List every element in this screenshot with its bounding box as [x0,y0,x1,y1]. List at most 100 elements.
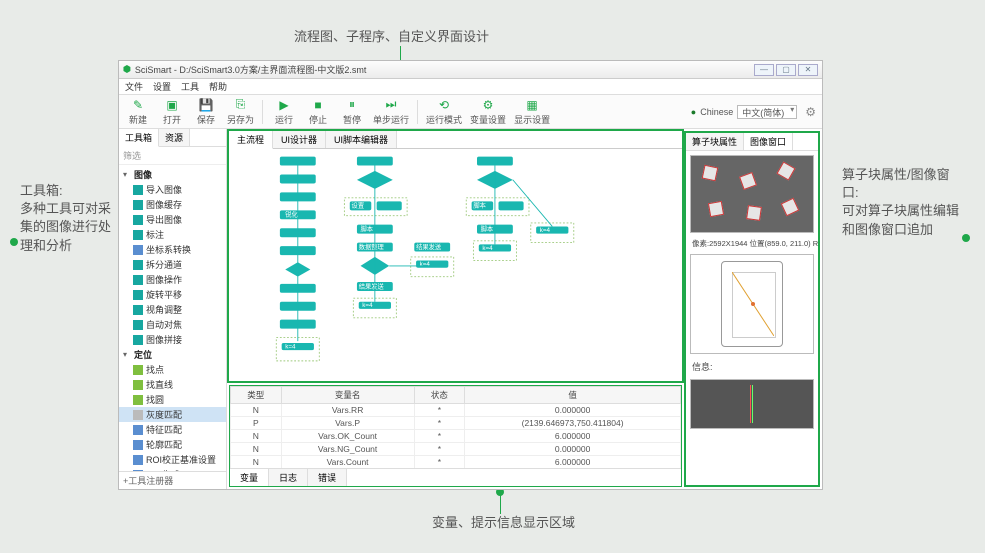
tree-item[interactable]: 拆分通道 [119,257,226,272]
toolbar-停止[interactable]: ■停止 [305,98,331,126]
tree-item[interactable]: 图像操作 [119,272,226,287]
tree-item[interactable]: 轮廓匹配 [119,437,226,452]
tree-label: 图像拼接 [146,333,182,346]
tree-icon [133,395,143,405]
tree-item[interactable]: 找直线 [119,377,226,392]
toolbar-label: 运行模式 [426,113,462,126]
tree-item[interactable]: 导入图像 [119,182,226,197]
tree-label: 标注 [146,228,164,241]
toolbar-暂停[interactable]: ⏸暂停 [339,97,365,126]
maximize-button[interactable]: ▢ [776,64,796,76]
tab-log[interactable]: 日志 [269,469,308,486]
tab-ui-script[interactable]: UI脚本编辑器 [326,131,397,148]
image-preview-1[interactable] [690,155,814,233]
tab-variables[interactable]: 变量 [230,469,269,486]
svg-text:k=4: k=4 [285,343,296,350]
tree-item[interactable]: ROI校正基准设置 [119,452,226,467]
toolbar-icon: 💾 [199,98,214,112]
svg-text:锐化: 锐化 [285,210,298,219]
image-preview-2[interactable] [690,254,814,354]
var-header: 变量名 [281,387,414,404]
left-panel: 工具箱 资源 筛选 ▾图像导入图像图像缓存导出图像标注坐标系转换拆分通道图像操作… [119,129,227,489]
image-preview-3[interactable] [690,379,814,429]
toolbar-label: 单步运行 [373,113,409,126]
table-row[interactable]: NVars.RR*0.000000 [231,404,681,417]
tree-icon [133,215,143,225]
toolbar-显示设置[interactable]: ▦显示设置 [514,98,550,126]
toolbar-打开[interactable]: ▣打开 [159,98,185,126]
minimize-button[interactable]: — [754,64,774,76]
menu-file[interactable]: 文件 [125,80,143,93]
toolbar-icon: ■ [314,98,321,112]
tab-image-window[interactable]: 图像窗口 [744,133,793,150]
svg-text:脚本: 脚本 [481,224,494,233]
tab-toolbox[interactable]: 工具箱 [119,129,159,147]
toolbar-变量设置[interactable]: ⚙变量设置 [470,98,506,126]
tree-icon [133,185,143,195]
svg-text:k=4: k=4 [362,302,373,309]
variable-panel: 类型变量名状态值NVars.RR*0.000000PVars.P*(2139.6… [229,385,682,487]
toolbar-运行模式[interactable]: ⟲运行模式 [426,98,462,126]
toolbar-另存为[interactable]: ⎘另存为 [227,97,254,126]
svg-text:结果发送: 结果发送 [359,281,385,290]
tree-group[interactable]: ▾定位 [119,347,226,362]
tab-resources[interactable]: 资源 [159,129,190,146]
menu-help[interactable]: 帮助 [209,80,227,93]
svg-text:数据整理: 数据整理 [359,242,385,251]
tree-label: 图像操作 [146,273,182,286]
tree-icon [133,455,143,465]
tree-icon [133,380,143,390]
table-row[interactable]: NVars.Count*6.000000 [231,456,681,469]
tree-label: 拆分通道 [146,258,182,271]
toolbox-search[interactable]: 筛选 [119,147,226,165]
variable-table: 类型变量名状态值NVars.RR*0.000000PVars.P*(2139.6… [230,386,681,468]
toolbar-label: 保存 [197,113,215,126]
lang-select[interactable]: 中文(简体) [737,105,797,119]
tree-icon [133,365,143,375]
toolbar-label: 显示设置 [514,113,550,126]
toolbar-icon: ✎ [133,98,143,112]
tree-item[interactable]: 旋转平移 [119,287,226,302]
table-row[interactable]: NVars.OK_Count*6.000000 [231,430,681,443]
tree-icon [133,230,143,240]
toolbar-新建[interactable]: ✎新建 [125,98,151,126]
tree-item[interactable]: 坐标系转换 [119,242,226,257]
tree-item[interactable]: 灰度匹配 [119,407,226,422]
tool-register[interactable]: +工具注册器 [119,471,226,489]
toolbox-tree: ▾图像导入图像图像缓存导出图像标注坐标系转换拆分通道图像操作旋转平移视角调整自动… [119,165,226,471]
right-panel: 算子块属性 图像窗口 像素:2592X1944 位置(859.0, 211.0)… [684,131,820,487]
tab-ui-designer[interactable]: UI设计器 [273,131,326,148]
toolbar-运行[interactable]: ▶运行 [271,98,297,126]
toolbar-icon: ⎘ [236,97,246,112]
toolbar-label: 变量设置 [470,113,506,126]
tab-error[interactable]: 错误 [308,469,347,486]
tree-item[interactable]: 自动对焦 [119,317,226,332]
tree-item[interactable]: 图像拼接 [119,332,226,347]
menu-tools[interactable]: 工具 [181,80,199,93]
table-row[interactable]: NVars.NG_Count*0.000000 [231,443,681,456]
table-row[interactable]: PVars.P*(2139.646973,750.411804) [231,417,681,430]
settings-icon[interactable]: ⚙ [805,105,816,119]
toolbar-label: 暂停 [343,113,361,126]
svg-text:脚本: 脚本 [361,224,374,233]
tree-item[interactable]: 视角调整 [119,302,226,317]
toolbar-单步运行[interactable]: ⏭单步运行 [373,97,409,126]
tab-operator-props[interactable]: 算子块属性 [686,133,744,150]
tree-icon [133,260,143,270]
close-button[interactable]: ✕ [798,64,818,76]
tree-item[interactable]: 图像缓存 [119,197,226,212]
annotation-right: 算子块属性/图像窗口: 可对算子块属性编辑和图像窗口追加 [842,166,962,239]
tree-item[interactable]: 特征匹配 [119,422,226,437]
tree-item[interactable]: 找圆 [119,392,226,407]
tab-main-flow[interactable]: 主流程 [229,131,273,149]
tree-group[interactable]: ▾图像 [119,167,226,182]
tree-item[interactable]: 找点 [119,362,226,377]
tree-item[interactable]: 导出图像 [119,212,226,227]
toolbar-label: 停止 [309,113,327,126]
toolbar-icon: ▦ [526,98,537,112]
flowchart-canvas[interactable]: 锐化 k=4 [229,149,682,381]
menu-settings[interactable]: 设置 [153,80,171,93]
tree-label: 找点 [146,363,164,376]
toolbar-保存[interactable]: 💾保存 [193,98,219,126]
tree-item[interactable]: 标注 [119,227,226,242]
